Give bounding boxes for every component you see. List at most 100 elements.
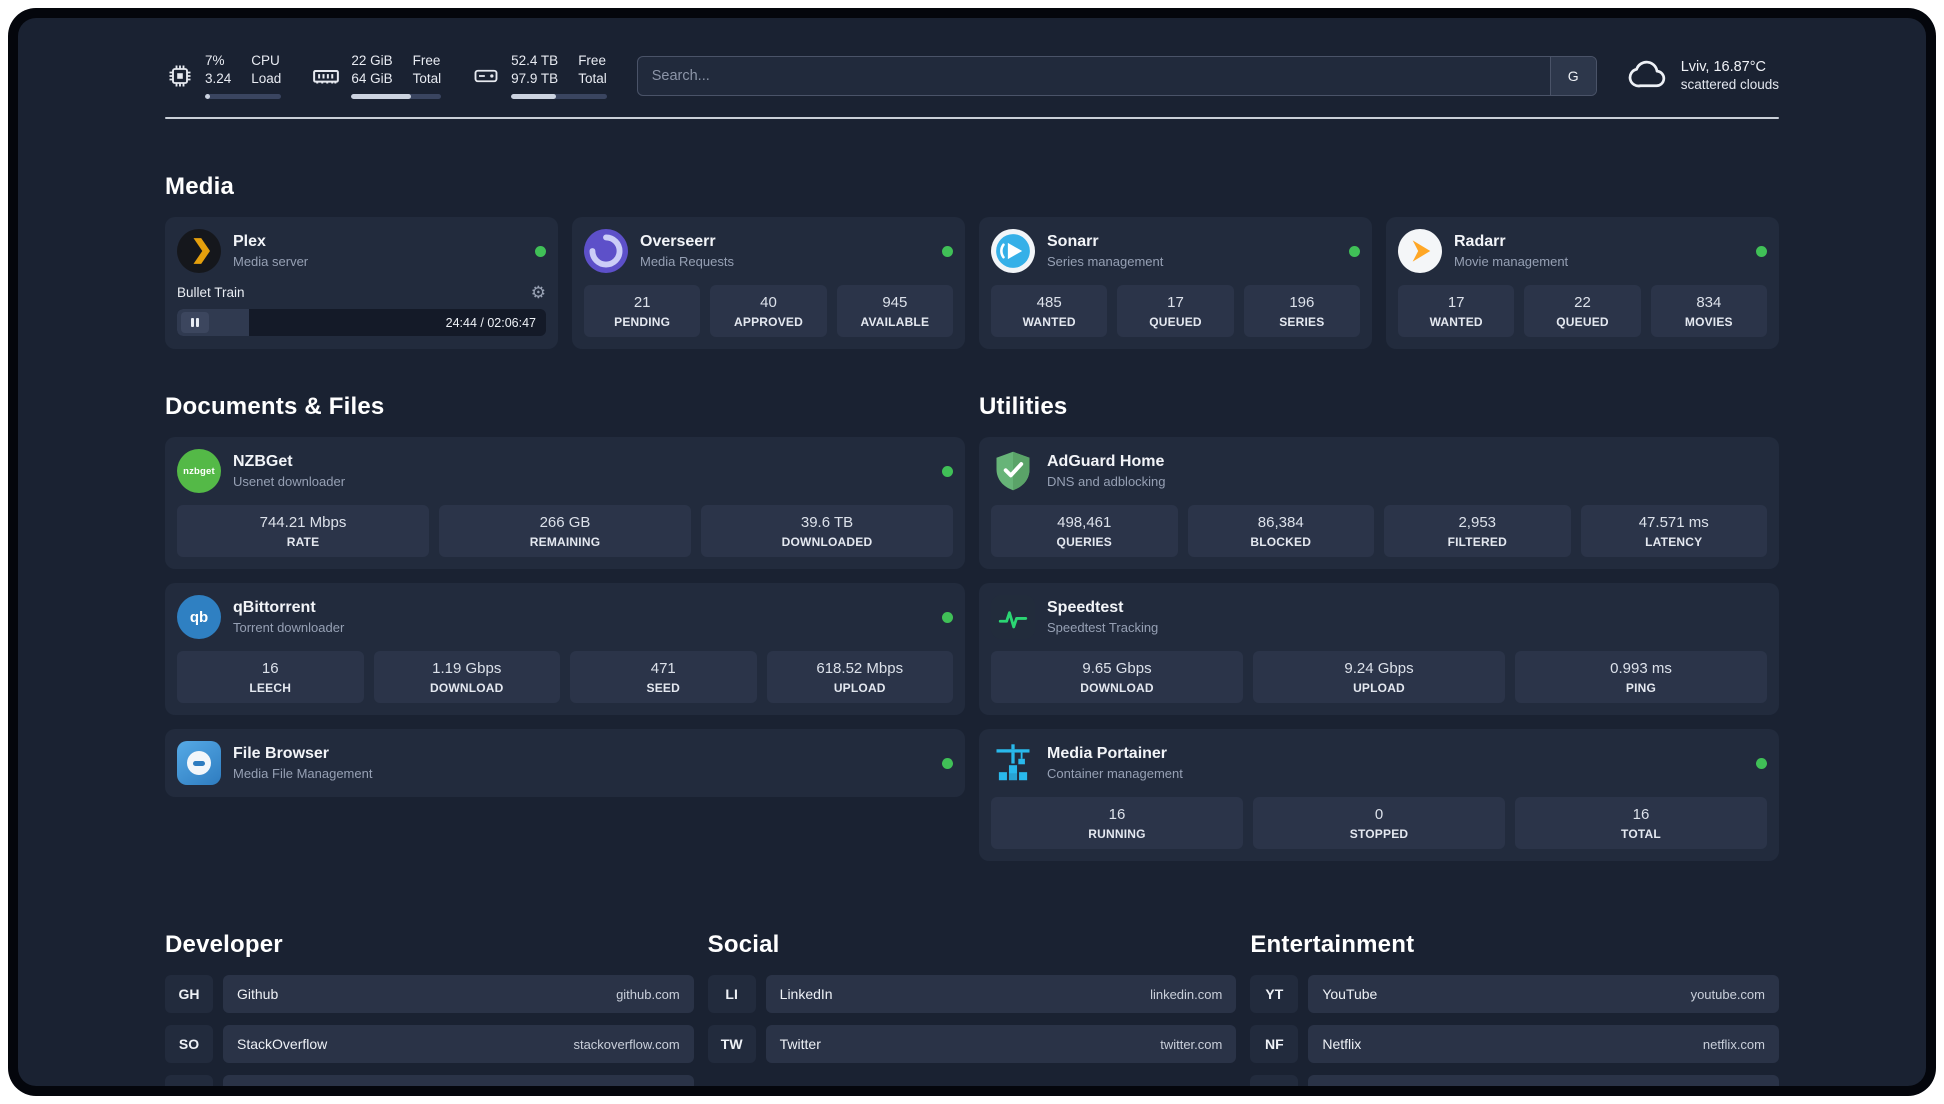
ram-widget: 22 GiB 64 GiB Free Total xyxy=(311,52,442,100)
stat-tile: 17 QUEUED xyxy=(1117,285,1234,338)
playback-time: 24:44 / 02:06:47 xyxy=(445,315,536,330)
bookmark-name: LinkedIn xyxy=(779,986,833,1003)
now-playing-title: Bullet Train xyxy=(177,285,245,301)
bookmark-dev[interactable]: DT DEV dev.to xyxy=(165,1075,694,1086)
pause-button[interactable] xyxy=(181,312,209,334)
stat-value: 16 xyxy=(1108,806,1126,824)
app-card-portainer[interactable]: Media Portainer Container management 16 … xyxy=(979,729,1779,862)
playback-progress-bar[interactable]: 24:44 / 02:06:47 xyxy=(177,309,546,337)
bookmark-url: stackoverflow.com xyxy=(573,1036,680,1052)
stat-label: RATE xyxy=(286,535,320,550)
app-card-adguard[interactable]: AdGuard Home DNS and adblocking 498,461 … xyxy=(979,437,1779,570)
stat-value: 17 xyxy=(1167,294,1184,312)
stat-tile: 471 SEED xyxy=(570,651,757,704)
section-media: Media Plex Media server Bullet Train ⚙ 2… xyxy=(165,173,1779,350)
stat-label: TOTAL xyxy=(1621,827,1661,842)
stat-tile: 744.21 Mbps RATE xyxy=(177,505,429,558)
app-desc: Torrent downloader xyxy=(233,620,345,636)
stat-value: 39.6 TB xyxy=(800,514,854,532)
cpu-widget: 7% 3.24 CPU Load xyxy=(165,52,282,100)
stat-label: BLOCKED xyxy=(1250,535,1312,550)
stat-label: FILTERED xyxy=(1447,535,1507,550)
stat-value: 16 xyxy=(1632,806,1650,824)
stat-label: WANTED xyxy=(1429,315,1483,330)
bookmark-netflix[interactable]: NF Netflix netflix.com xyxy=(1250,1025,1779,1064)
stat-label: QUERIES xyxy=(1056,535,1112,550)
stat-label: PENDING xyxy=(614,315,671,330)
app-card-sonarr[interactable]: Sonarr Series management 485 WANTED 17 Q… xyxy=(979,217,1372,350)
stat-label: LEECH xyxy=(249,681,292,696)
stat-tile: 0 STOPPED xyxy=(1253,797,1505,850)
nzbget-icon-text: nzbget xyxy=(183,465,215,477)
stat-tile: 9.65 Gbps DOWNLOAD xyxy=(991,651,1243,704)
stat-tile: 9.24 Gbps UPLOAD xyxy=(1253,651,1505,704)
top-bar: 7% 3.24 CPU Load 22 GiB 64 GiB Free Tota… xyxy=(165,52,1779,100)
stat-value: 266 GB xyxy=(539,514,591,532)
stat-tile: 47.571 ms LATENCY xyxy=(1580,505,1767,558)
dashboard-app: 7% 3.24 CPU Load 22 GiB 64 GiB Free Tota… xyxy=(18,18,1926,1086)
app-name: Overseerr xyxy=(640,233,716,251)
stat-tile: 945 AVAILABLE xyxy=(836,285,953,338)
stat-tile: 17 WANTED xyxy=(1398,285,1515,338)
cpu-progress-bar xyxy=(205,94,282,100)
bookmark-github[interactable]: GH Github github.com xyxy=(165,975,694,1014)
bookmark-name: Github xyxy=(237,986,279,1003)
status-dot xyxy=(942,757,953,769)
stat-tile: 485 WANTED xyxy=(991,285,1108,338)
app-desc: Media Requests xyxy=(640,254,734,270)
stat-value: 17 xyxy=(1447,294,1465,312)
bookmark-abbr: RE xyxy=(1250,1075,1299,1086)
cpu-load-value: 3.24 xyxy=(205,71,232,87)
stat-label: DOWNLOAD xyxy=(1080,681,1154,696)
bookmark-url: linkedin.com xyxy=(1150,986,1223,1002)
stat-tile: 196 SERIES xyxy=(1243,285,1360,338)
bookmark-youtube[interactable]: YT YouTube youtube.com xyxy=(1250,975,1779,1014)
portainer-icon xyxy=(991,741,1035,785)
qbittorrent-icon-text: qb xyxy=(189,608,209,626)
app-card-filebrowser[interactable]: File Browser Media File Management xyxy=(165,729,965,798)
app-card-plex[interactable]: Plex Media server Bullet Train ⚙ 24:44 /… xyxy=(165,217,558,350)
stat-tile: 39.6 TB DOWNLOADED xyxy=(701,505,953,558)
app-name: Speedtest xyxy=(1047,599,1124,617)
disk-drive-icon xyxy=(471,61,501,91)
bookmark-name: Netflix xyxy=(1322,1036,1362,1053)
app-card-qbittorrent[interactable]: qb qBittorrent Torrent downloader 16 LEE… xyxy=(165,583,965,716)
app-card-speedtest[interactable]: Speedtest Speedtest Tracking 9.65 Gbps D… xyxy=(979,583,1779,716)
status-dot xyxy=(1756,245,1767,257)
search-bar: G xyxy=(636,55,1597,96)
search-input[interactable] xyxy=(637,56,1550,95)
app-name: AdGuard Home xyxy=(1047,453,1165,471)
stat-label: LATENCY xyxy=(1645,535,1703,550)
stat-value: 22 xyxy=(1574,294,1591,312)
app-card-overseerr[interactable]: Overseerr Media Requests 21 PENDING 40 A… xyxy=(572,217,965,350)
stat-tile: 40 APPROVED xyxy=(710,285,827,338)
stat-tile: 2,953 FILTERED xyxy=(1384,505,1571,558)
app-card-radarr[interactable]: Radarr Movie management 17 WANTED 22 QUE… xyxy=(1386,217,1779,350)
adguard-icon xyxy=(991,449,1035,493)
app-name: Media Portainer xyxy=(1047,745,1168,763)
stat-tile: 16 TOTAL xyxy=(1515,797,1767,850)
stat-label: AVAILABLE xyxy=(860,315,930,330)
stat-value: 0 xyxy=(1374,806,1384,824)
status-dot xyxy=(942,611,953,623)
stat-value: 485 xyxy=(1036,294,1062,312)
search-engine-label: G xyxy=(1567,67,1579,84)
stat-label: WANTED xyxy=(1022,315,1076,330)
app-name: File Browser xyxy=(233,745,330,763)
bookmark-stackoverflow[interactable]: SO StackOverflow stackoverflow.com xyxy=(165,1025,694,1064)
bookmark-twitter[interactable]: TW Twitter twitter.com xyxy=(707,1025,1237,1064)
bookmark-reddit[interactable]: RE Reddit reddit.com xyxy=(1250,1075,1779,1086)
bookmark-linkedin[interactable]: LI LinkedIn linkedin.com xyxy=(707,975,1237,1014)
app-card-nzbget[interactable]: nzbget NZBGet Usenet downloader 744.21 M… xyxy=(165,437,965,570)
settings-gear-icon[interactable]: ⚙ xyxy=(531,284,546,301)
stat-value: 498,461 xyxy=(1057,514,1112,532)
section-documents: Documents & Files nzbget NZBGet Usenet d… xyxy=(165,393,965,798)
stat-label: MOVIES xyxy=(1684,315,1733,330)
app-desc: Series management xyxy=(1047,254,1164,270)
app-desc: Media File Management xyxy=(233,766,373,782)
stat-tile: 21 PENDING xyxy=(584,285,701,338)
header-divider xyxy=(165,117,1779,120)
search-engine-button[interactable]: G xyxy=(1549,56,1596,95)
weather-widget: Lviv, 16.87°C scattered clouds xyxy=(1627,56,1779,95)
bookmark-url: youtube.com xyxy=(1690,986,1765,1002)
